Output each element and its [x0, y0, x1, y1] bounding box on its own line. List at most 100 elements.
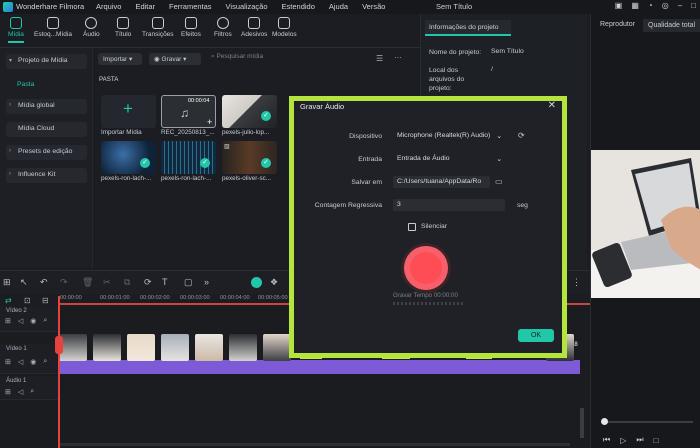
tab-project-info[interactable]: Informações do projeto	[425, 20, 511, 36]
add-track-icon[interactable]: ⊞	[5, 388, 11, 396]
snap-icon[interactable]	[251, 277, 262, 288]
ok-button[interactable]: OK	[518, 329, 554, 342]
sidebar-item-folder[interactable]: Pasta	[17, 81, 34, 88]
menu-file[interactable]: Arquivo	[96, 2, 121, 11]
playback-scrubber[interactable]	[601, 418, 608, 425]
lock-icon[interactable]: ⌕	[43, 358, 47, 366]
media-item-video[interactable]: ▨	[222, 141, 277, 174]
select-icon[interactable]: ↖	[20, 277, 28, 288]
folder-icon[interactable]: ▭	[495, 177, 503, 186]
chevron-down-icon: ▾	[9, 58, 13, 64]
crop-icon[interactable]: ⧉	[124, 277, 130, 288]
tab-transitions[interactable]: Transições	[142, 17, 174, 38]
input-select[interactable]: Entrada de Áudio ⌄	[393, 153, 505, 165]
playhead[interactable]	[58, 296, 60, 448]
media-item-video[interactable]	[101, 141, 156, 174]
headset-icon[interactable]: ◔	[648, 1, 653, 10]
menu-tools[interactable]: Ferramentas	[169, 2, 212, 11]
playback-progress[interactable]	[603, 421, 693, 423]
close-icon[interactable]: ✕	[548, 100, 556, 111]
check-icon: ✓	[140, 158, 150, 168]
ruler-mark: 00:00:01:00	[100, 295, 130, 301]
sidebar-item-cloud-media[interactable]: Mídia Cloud	[6, 122, 87, 137]
lock-icon[interactable]: ⌕	[30, 388, 34, 396]
menu-extended[interactable]: Estendido	[282, 2, 315, 11]
tab-player[interactable]: Reprodutor	[600, 21, 635, 28]
tab-stickers[interactable]: Adesivos	[241, 17, 267, 38]
ruler-mark: 00:00:05:00	[258, 295, 288, 301]
ai-frame-icon[interactable]: ▢	[184, 277, 193, 288]
media-item-video[interactable]	[161, 141, 216, 174]
sidebar-item-presets[interactable]: › Presets de edição	[6, 145, 87, 160]
filter-icon[interactable]: ☰	[376, 54, 383, 63]
speed-icon[interactable]: ⟳	[144, 277, 152, 288]
record-dropdown[interactable]: ◉ Gravar ▾	[149, 53, 201, 65]
add-icon[interactable]: +	[207, 117, 212, 127]
add-track-icon[interactable]: ⊞	[5, 317, 11, 325]
add-track-icon[interactable]: ⊡	[24, 296, 31, 305]
bell-icon[interactable]: ◎	[662, 1, 669, 10]
volume-icon[interactable]: ◁	[18, 388, 23, 396]
import-dropdown[interactable]: Importar ▾	[98, 53, 142, 65]
link-icon[interactable]: ⇄	[5, 296, 12, 305]
frame-forward-icon[interactable]: ⏭	[636, 435, 643, 445]
maximize-icon[interactable]: □	[691, 1, 696, 10]
mute-checkbox[interactable]	[408, 223, 416, 231]
redo-icon[interactable]: ↷	[60, 277, 68, 288]
tab-effects[interactable]: Efeitos	[181, 17, 201, 38]
horizontal-scrollbar[interactable]	[60, 443, 570, 446]
tab-media[interactable]: Mídia	[8, 17, 24, 43]
tab-title[interactable]: Título	[115, 17, 131, 38]
import-media-tile[interactable]: +	[101, 95, 156, 128]
volume-icon[interactable]: ◁	[18, 358, 23, 366]
sidebar-item-project-media[interactable]: ▾ Projeto de Mídia	[6, 54, 87, 69]
undo-icon[interactable]: ↶	[40, 277, 48, 288]
media-item-rec-audio[interactable]: 00:00:04 ♫ +	[161, 95, 216, 128]
save-location-field[interactable]: C:/Users/tuana/AppData/Ro	[393, 176, 490, 188]
tab-stock-media[interactable]: Estoq...Mídia	[34, 17, 72, 38]
minimize-icon[interactable]: –	[678, 1, 682, 10]
tab-filters[interactable]: Filtros	[214, 17, 232, 38]
tracks-icon[interactable]: ⊞	[3, 277, 11, 288]
tab-templates[interactable]: Modelos	[272, 17, 297, 38]
marker-icon[interactable]: ❖	[270, 277, 278, 288]
record-button[interactable]	[404, 246, 448, 290]
sidebar-item-influence-kit[interactable]: › Influence Kit	[6, 168, 87, 183]
ruler-mark: 00:00:04:00	[220, 295, 250, 301]
menu-help[interactable]: Ajuda	[329, 2, 348, 11]
ruler-mark: 00:00:02:00	[140, 295, 170, 301]
quality-dropdown[interactable]: Qualidade total	[643, 19, 700, 32]
sidebar-item-global-media[interactable]: › Mídia global	[6, 99, 87, 114]
audio-track-icon[interactable]: ⊟	[42, 296, 49, 305]
volume-icon[interactable]: ◁	[18, 317, 23, 325]
add-track-icon[interactable]: ⊞	[5, 358, 11, 366]
save-location-label: Salvar em	[351, 179, 382, 186]
grid-icon[interactable]: ▦	[631, 1, 639, 10]
tab-audio[interactable]: Áudio	[83, 17, 100, 38]
video-clip-strip[interactable]	[58, 360, 580, 374]
save-icon[interactable]: ▣	[615, 1, 623, 10]
lock-icon[interactable]: ⌕	[43, 317, 47, 325]
eye-icon[interactable]: ◉	[30, 358, 36, 366]
menu-version[interactable]: Versão	[362, 2, 385, 11]
active-tab-underline	[8, 41, 24, 43]
title-bar: Wonderhare Filmora Arquivo Editar Ferram…	[0, 0, 700, 14]
playhead-handle[interactable]	[55, 336, 63, 354]
more-tools-icon[interactable]: »	[204, 277, 209, 287]
menu-view[interactable]: Visualização	[226, 2, 268, 11]
refresh-icon[interactable]: ⟳	[518, 131, 525, 140]
search-input[interactable]: ⌕ Pesquisar mídia	[211, 53, 371, 65]
delete-icon[interactable]: 🗑	[82, 277, 93, 288]
timeline-scrollbar[interactable]	[580, 408, 584, 438]
stop-icon[interactable]: □	[654, 436, 659, 445]
play-icon[interactable]: ▷	[620, 436, 626, 445]
device-select[interactable]: Microphone (Realtek(R) Audio) ⌄	[393, 130, 505, 142]
timeline-settings-icon[interactable]: ⋮	[572, 277, 581, 288]
eye-icon[interactable]: ◉	[30, 317, 36, 325]
more-icon[interactable]: ···	[394, 53, 402, 62]
skip-back-icon[interactable]: ⏮	[603, 435, 610, 445]
text-icon[interactable]: T	[162, 277, 168, 287]
countdown-field[interactable]: 3	[393, 199, 505, 211]
cut-icon[interactable]: ✂	[103, 277, 111, 288]
menu-edit[interactable]: Editar	[135, 2, 155, 11]
